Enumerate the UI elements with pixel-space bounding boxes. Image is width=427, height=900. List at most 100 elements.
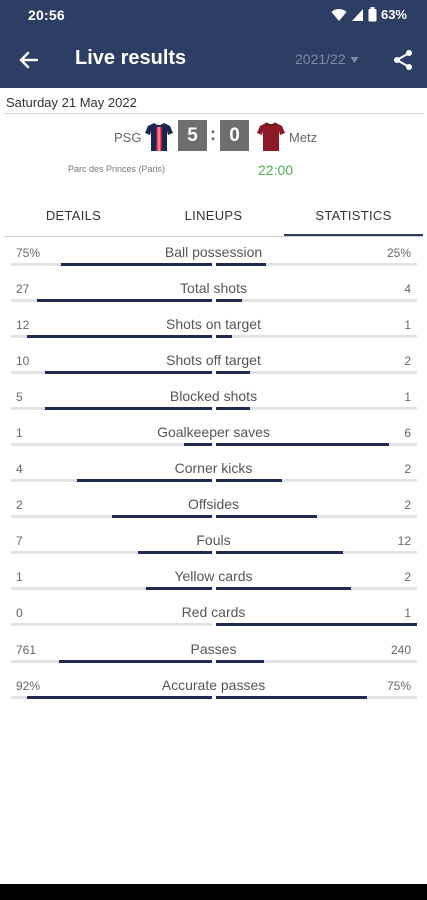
stat-label: Red cards xyxy=(181,604,246,620)
stat-away-value: 2 xyxy=(404,354,411,368)
stat-away-value: 12 xyxy=(397,534,411,548)
stat-away-bar-fill xyxy=(216,587,351,590)
stat-away-value: 2 xyxy=(404,462,411,476)
status-icons: 63% xyxy=(331,7,407,22)
stat-label: Passes xyxy=(190,641,237,657)
stat-home-bar-fill xyxy=(77,479,212,482)
stat-row: 0 Red cards 1 xyxy=(0,600,427,636)
stat-away-bar xyxy=(216,479,417,482)
stat-away-value: 2 xyxy=(404,498,411,512)
stat-away-value: 1 xyxy=(404,606,411,620)
share-icon xyxy=(394,50,412,70)
home-score: 5 xyxy=(178,120,207,151)
stat-away-bar-fill xyxy=(216,371,251,374)
stat-label: Goalkeeper saves xyxy=(157,424,270,440)
stat-home-bar-fill xyxy=(61,263,212,266)
divider xyxy=(4,236,423,237)
home-team-name[interactable]: PSG xyxy=(114,130,141,145)
stat-away-bar xyxy=(216,443,417,446)
stat-away-bar-fill xyxy=(216,696,367,699)
stat-home-bar-fill xyxy=(27,696,212,699)
stat-label: Yellow cards xyxy=(174,568,253,584)
battery-icon xyxy=(368,7,377,22)
stat-away-value: 75% xyxy=(386,679,411,693)
stat-home-bar xyxy=(11,696,212,699)
stat-label: Fouls xyxy=(196,532,231,548)
stat-away-bar xyxy=(216,335,417,338)
venue: Parc des Princes (Paris) xyxy=(68,164,166,174)
stat-row: 2 Offsides 2 xyxy=(0,492,427,528)
tab-bar: DETAILS LINEUPS STATISTICS xyxy=(4,195,423,236)
stat-label: Blocked shots xyxy=(169,388,258,404)
stat-away-bar-fill xyxy=(216,299,243,302)
stat-home-bar xyxy=(11,587,212,590)
stat-home-bar xyxy=(11,515,212,518)
score-separator: : xyxy=(210,124,216,144)
share-button[interactable] xyxy=(389,46,417,74)
stat-home-bar-fill xyxy=(37,299,212,302)
stat-away-bar xyxy=(216,371,417,374)
stat-away-bar-fill xyxy=(216,263,267,266)
stat-row: 1 Yellow cards 2 xyxy=(0,564,427,600)
stat-home-bar-fill xyxy=(59,660,212,663)
stat-away-bar-fill xyxy=(216,623,417,626)
match-date: Saturday 21 May 2022 xyxy=(6,95,137,110)
stat-away-bar-fill xyxy=(216,660,265,663)
stat-home-bar-fill xyxy=(183,443,212,446)
stat-home-bar xyxy=(11,299,212,302)
stat-label: Offsides xyxy=(187,496,240,512)
battery-percent: 63% xyxy=(380,7,407,22)
stat-away-bar xyxy=(216,299,417,302)
system-nav-bar xyxy=(0,884,427,900)
stat-row: 1 Goalkeeper saves 6 xyxy=(0,420,427,456)
tab-lineups[interactable]: LINEUPS xyxy=(144,195,283,236)
stat-row: 7 Fouls 12 xyxy=(0,528,427,564)
stat-label: Shots off target xyxy=(166,352,261,368)
stat-away-bar xyxy=(216,696,417,699)
stat-away-bar xyxy=(216,551,417,554)
stat-row: 27 Total shots 4 xyxy=(0,276,427,312)
season-selector[interactable]: 2021/22 xyxy=(295,51,359,67)
tab-details[interactable]: DETAILS xyxy=(4,195,143,236)
stat-away-value: 1 xyxy=(404,390,411,404)
kickoff-time: 22:00 xyxy=(258,162,294,178)
stat-away-bar xyxy=(216,623,417,626)
stat-row: 761 Passes 240 xyxy=(0,637,427,673)
stat-away-bar xyxy=(216,587,417,590)
stat-home-bar xyxy=(11,623,212,626)
stat-label: Accurate passes xyxy=(161,677,266,693)
stat-away-value: 6 xyxy=(404,426,411,440)
stat-row: 10 Shots off target 2 xyxy=(0,348,427,384)
stat-away-bar-fill xyxy=(216,443,389,446)
back-button[interactable] xyxy=(14,46,42,74)
wifi-icon xyxy=(331,8,347,21)
page-title: Live results xyxy=(75,47,187,69)
tab-statistics[interactable]: STATISTICS xyxy=(284,195,423,236)
stat-away-value: 1 xyxy=(404,318,411,332)
away-score: 0 xyxy=(220,120,249,151)
stat-label: Corner kicks xyxy=(174,460,253,476)
away-team-name[interactable]: Metz xyxy=(289,130,317,145)
stat-home-bar xyxy=(11,660,212,663)
stat-label: Ball possession xyxy=(164,244,263,260)
stat-home-bar-fill xyxy=(45,371,212,374)
stat-away-bar xyxy=(216,407,417,410)
stat-away-bar xyxy=(216,263,417,266)
stat-away-value: 25% xyxy=(386,246,411,260)
stat-row: 75% Ball possession 25% xyxy=(0,240,427,276)
stat-home-bar-fill xyxy=(111,515,212,518)
stat-home-bar-fill xyxy=(137,551,212,554)
status-bar: 20:56 63% xyxy=(0,0,427,32)
stat-home-bar xyxy=(11,407,212,410)
stat-label: Total shots xyxy=(180,280,247,296)
stat-row: 92% Accurate passes 75% xyxy=(0,673,427,709)
stat-row: 12 Shots on target 1 xyxy=(0,312,427,348)
stat-away-value: 2 xyxy=(404,570,411,584)
stat-label: Shots on target xyxy=(166,316,261,332)
stat-home-bar-fill xyxy=(45,407,212,410)
stat-home-bar xyxy=(11,551,212,554)
arrow-left-icon xyxy=(19,51,38,69)
caret-down-icon xyxy=(350,57,358,64)
stat-away-value: 240 xyxy=(390,643,411,657)
stat-away-value: 4 xyxy=(404,282,411,296)
